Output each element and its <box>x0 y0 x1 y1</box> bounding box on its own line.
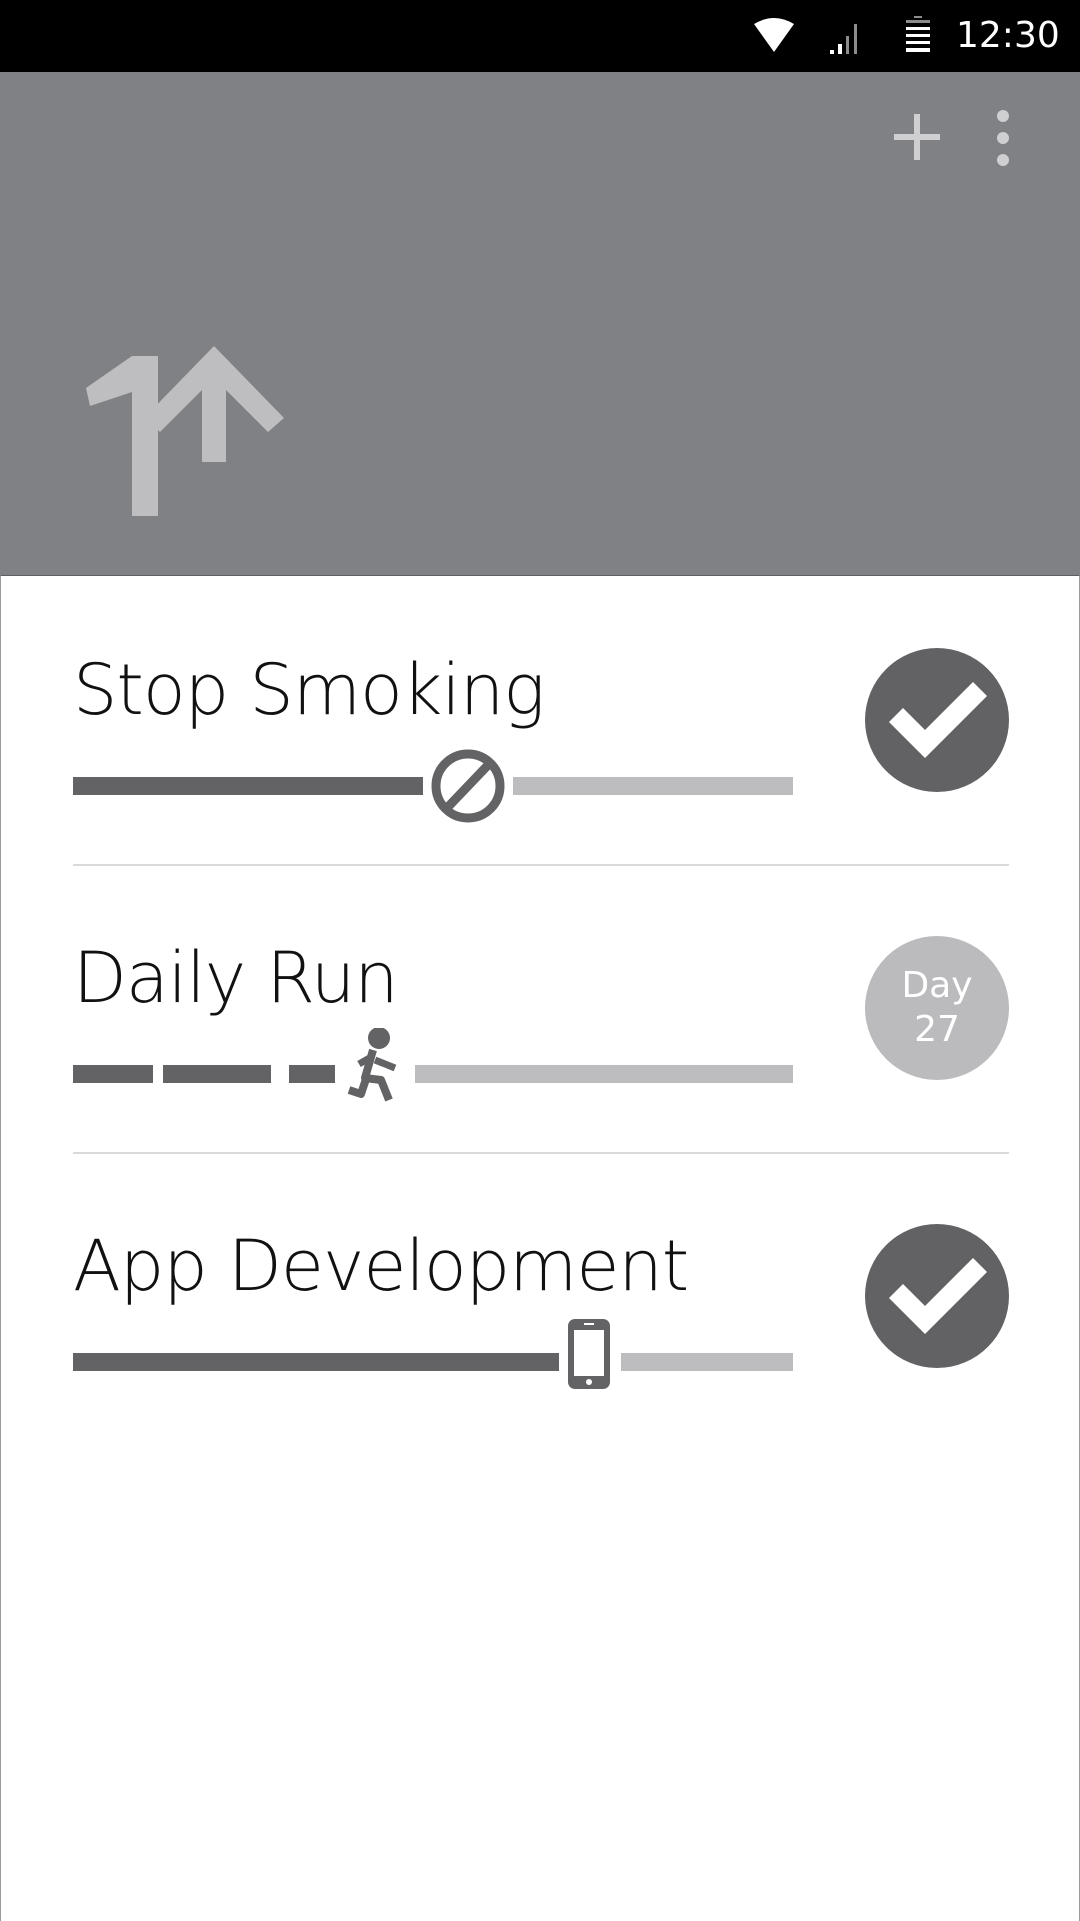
goal-title: App Development <box>73 1225 689 1307</box>
battery-icon <box>906 16 930 52</box>
app-logo <box>86 346 284 516</box>
goal-title: Daily Run <box>73 937 399 1019</box>
track-remaining <box>621 1353 793 1371</box>
goal-list: Stop Smoking Daily Run Day 27 App Develo… <box>0 575 1080 1921</box>
app-header <box>0 72 1080 575</box>
progress-track <box>73 1028 793 1102</box>
checkmark-icon <box>889 682 987 758</box>
track-done <box>73 1065 153 1083</box>
day-counter-badge: Day 27 <box>865 936 1009 1080</box>
goal-title: Stop Smoking <box>73 649 545 731</box>
progress-track <box>73 1319 793 1389</box>
list-item[interactable]: Stop Smoking <box>73 576 1009 864</box>
badge-day-number: 27 <box>914 1009 960 1050</box>
list-item[interactable]: Daily Run Day 27 <box>73 864 1009 1152</box>
complete-button[interactable] <box>865 648 1009 792</box>
add-icon[interactable] <box>890 110 944 164</box>
progress-track <box>73 749 793 823</box>
wifi-icon <box>754 18 794 52</box>
status-bar: 12:30 <box>0 0 1080 72</box>
track-remaining <box>513 777 793 795</box>
checkmark-icon <box>889 1258 987 1334</box>
list-item[interactable]: App Development <box>73 1152 1009 1440</box>
track-remaining <box>415 1065 793 1083</box>
badge-day-label: Day <box>901 965 973 1006</box>
signal-icon <box>830 24 857 54</box>
status-time: 12:30 <box>956 15 1060 56</box>
complete-button[interactable] <box>865 1224 1009 1368</box>
track-done <box>73 777 423 795</box>
runner-icon <box>347 1028 397 1102</box>
track-done <box>163 1065 271 1083</box>
track-done <box>73 1353 559 1371</box>
phone-icon <box>568 1319 610 1389</box>
more-vert-icon[interactable] <box>988 108 1018 168</box>
track-done <box>289 1065 335 1083</box>
no-smoking-icon <box>431 749 505 823</box>
